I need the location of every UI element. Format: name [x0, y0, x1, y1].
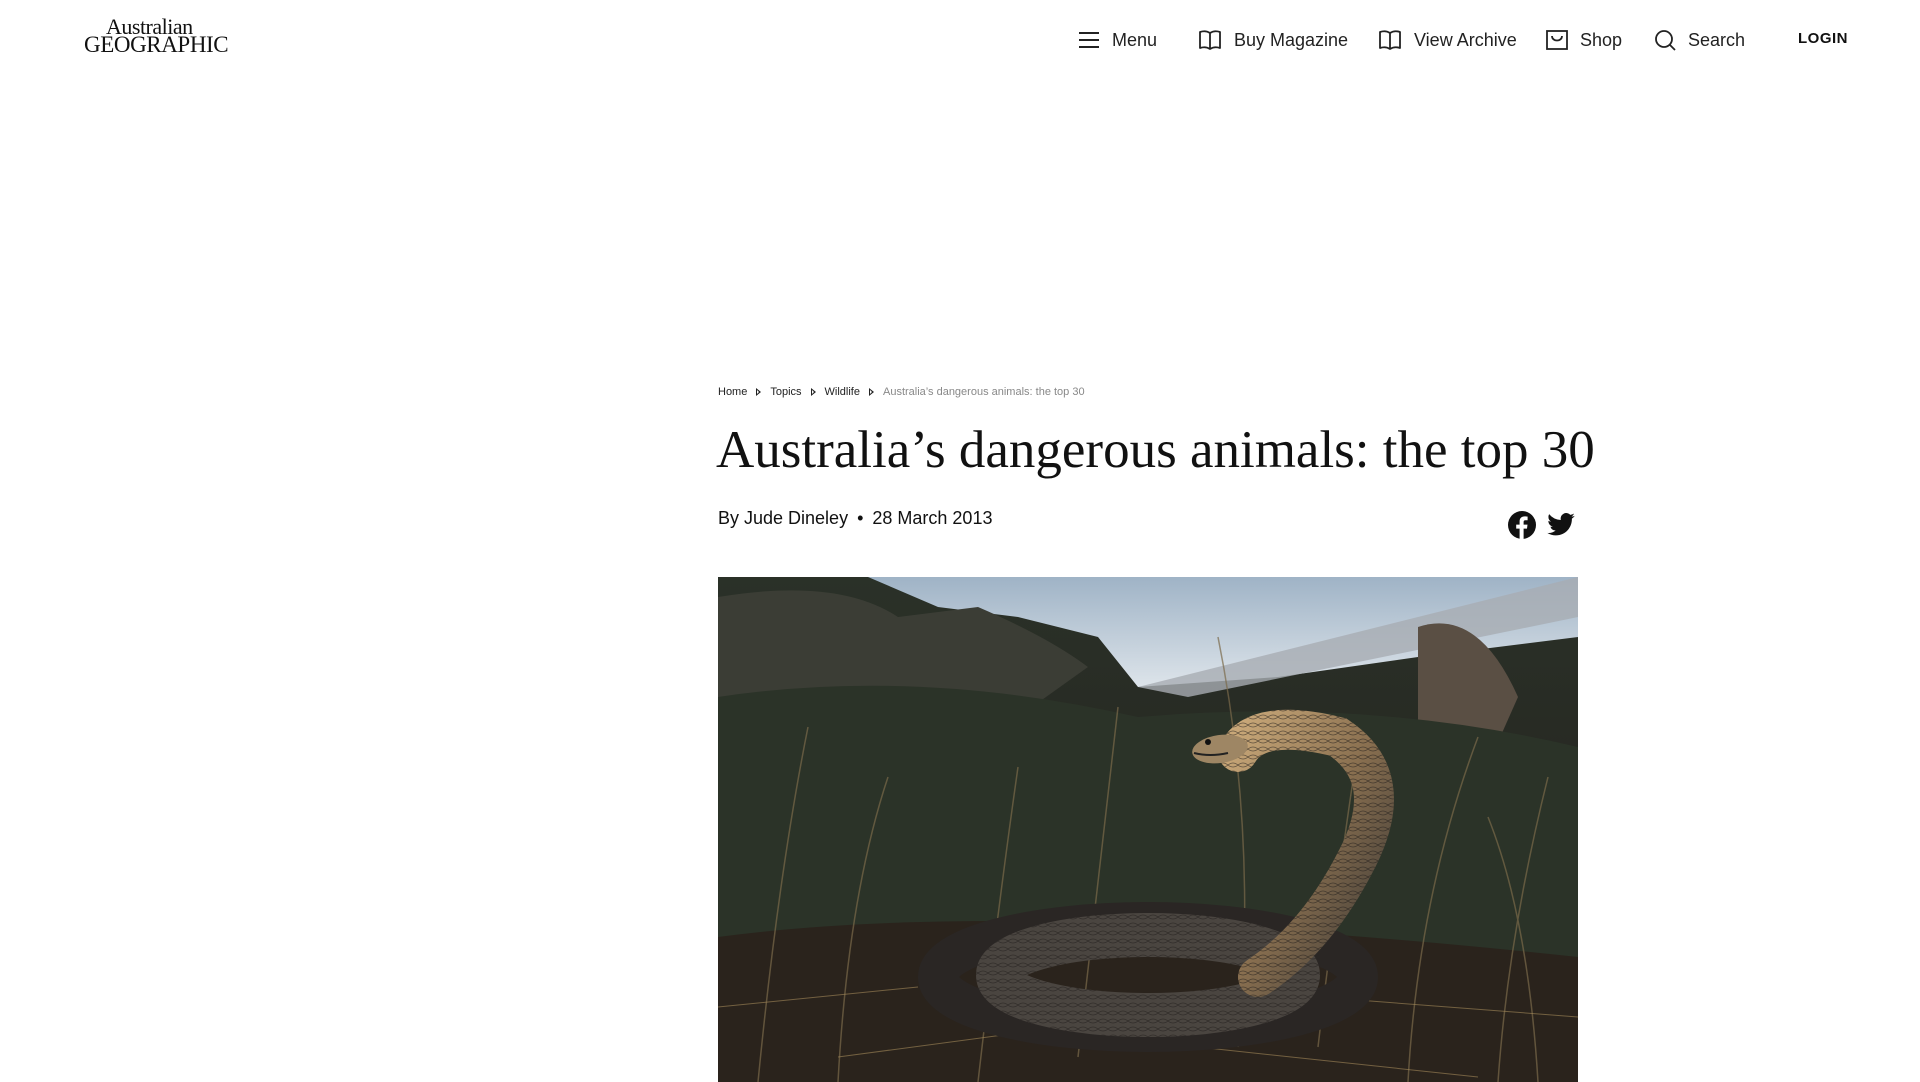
book-icon: [1379, 30, 1401, 50]
breadcrumb-wildlife[interactable]: Wildlife: [825, 386, 860, 398]
search-label: Search: [1688, 29, 1746, 50]
share-facebook-button[interactable]: [1507, 510, 1537, 540]
login-button[interactable]: LOGIN: [1798, 30, 1848, 47]
breadcrumb-separator-icon: [756, 388, 762, 396]
menu-button[interactable]: Menu: [1078, 26, 1157, 54]
menu-icon: [1079, 32, 1099, 48]
shop-icon: [1546, 30, 1568, 50]
article-author[interactable]: By Jude Dineley: [718, 508, 848, 529]
breadcrumb-separator-icon: [868, 388, 874, 396]
byline-separator: •: [857, 508, 864, 528]
breadcrumb-current: Australia’s dangerous animals: the top 3…: [882, 386, 1085, 398]
site-header: Australian GEOGRAPHIC Menu Buy Magazine …: [0, 0, 1920, 80]
australian-geographic-logo[interactable]: Australian GEOGRAPHIC: [84, 14, 229, 60]
twitter-icon: [1547, 513, 1575, 536]
search-icon: [1655, 30, 1676, 51]
search-button[interactable]: Search: [1654, 26, 1745, 54]
view-archive-label: View Archive: [1414, 29, 1517, 50]
share-twitter-button[interactable]: [1546, 510, 1576, 540]
snake-photo: [718, 577, 1578, 1082]
view-archive-link[interactable]: View Archive: [1378, 26, 1517, 54]
hero-image: [718, 577, 1578, 1082]
facebook-icon: [1508, 511, 1536, 539]
article-date: 28 March 2013: [872, 508, 993, 528]
article-title: Australia’s dangerous animals: the top 3…: [716, 421, 1595, 479]
menu-label: Menu: [1112, 29, 1158, 50]
shop-link[interactable]: Shop: [1546, 26, 1622, 54]
buy-magazine-link[interactable]: Buy Magazine: [1198, 26, 1348, 54]
breadcrumb: Home Topics Wildlife Australia’s dangero…: [718, 386, 1085, 398]
breadcrumb-separator-icon: [810, 388, 816, 396]
logo-line2: GEOGRAPHIC: [84, 32, 229, 57]
book-icon: [1199, 30, 1221, 50]
buy-magazine-label: Buy Magazine: [1234, 29, 1349, 50]
shop-label: Shop: [1580, 29, 1623, 50]
breadcrumb-home[interactable]: Home: [718, 386, 747, 398]
breadcrumb-topics[interactable]: Topics: [770, 386, 801, 398]
article-byline: By Jude Dineley • 28 March 2013: [718, 508, 992, 529]
